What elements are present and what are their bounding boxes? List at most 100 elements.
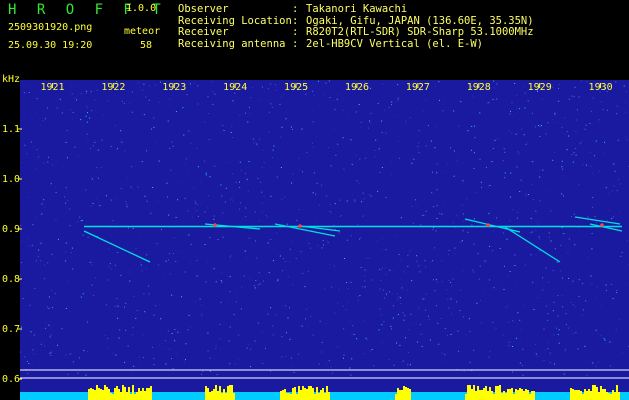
noise-dot — [169, 147, 171, 149]
noise-dot — [454, 247, 456, 249]
noise-dot — [140, 88, 142, 90]
noise-dot — [462, 162, 464, 163]
noise-dot — [463, 316, 465, 318]
noise-dot — [623, 85, 625, 87]
noise-dot — [580, 80, 582, 82]
noise-dot — [222, 236, 224, 238]
noise-dot — [370, 359, 372, 361]
noise-dot — [23, 92, 25, 94]
noise-dot — [523, 134, 525, 136]
level-bar — [584, 389, 586, 400]
noise-dot — [175, 261, 177, 262]
noise-dot — [548, 236, 550, 238]
noise-dot — [181, 296, 183, 298]
noise-dot — [431, 192, 433, 194]
noise-dot — [409, 250, 411, 252]
noise-dot — [346, 200, 348, 202]
noise-dot — [407, 352, 409, 353]
noise-dot — [51, 307, 53, 308]
noise-dot — [548, 281, 549, 283]
noise-dot — [95, 175, 97, 177]
noise-dot — [585, 124, 587, 126]
noise-dot — [354, 199, 356, 201]
noise-dot — [519, 108, 521, 110]
spectrogram-background — [20, 80, 629, 400]
noise-dot — [450, 333, 452, 335]
noise-dot — [222, 212, 224, 214]
noise-dot — [517, 312, 519, 314]
level-bar — [138, 388, 140, 400]
noise-dot — [284, 305, 286, 307]
noise-dot — [605, 284, 607, 286]
noise-dot — [302, 272, 304, 274]
noise-dot — [192, 187, 194, 189]
noise-dot — [522, 374, 524, 376]
noise-dot — [298, 353, 300, 355]
noise-dot — [153, 117, 155, 119]
noise-dot — [132, 227, 134, 229]
level-bar — [489, 387, 491, 400]
noise-dot — [545, 305, 547, 307]
noise-dot — [369, 120, 370, 122]
noise-dot — [530, 254, 532, 256]
noise-dot — [433, 206, 434, 208]
noise-dot — [360, 267, 362, 268]
noise-dot — [413, 244, 415, 246]
noise-dot — [246, 178, 248, 180]
noise-dot — [138, 364, 140, 366]
noise-dot — [491, 161, 493, 162]
noise-dot — [41, 203, 43, 205]
noise-dot — [36, 149, 38, 151]
noise-dot — [318, 363, 320, 365]
noise-dot — [519, 362, 521, 364]
level-bar — [282, 390, 284, 400]
noise-dot — [293, 371, 295, 373]
noise-dot — [223, 130, 225, 132]
level-bar — [570, 388, 572, 400]
noise-dot — [350, 235, 352, 237]
noise-dot — [548, 232, 550, 234]
noise-dot — [411, 280, 413, 282]
noise-dot — [427, 124, 429, 126]
noise-dot — [91, 264, 93, 266]
noise-dot — [453, 110, 455, 112]
noise-dot — [50, 183, 52, 185]
noise-dot — [428, 315, 429, 317]
noise-dot — [280, 167, 282, 168]
noise-dot — [172, 145, 174, 147]
noise-dot — [277, 278, 279, 280]
noise-dot — [272, 334, 274, 336]
noise-dot — [398, 96, 400, 98]
noise-dot — [533, 309, 535, 310]
noise-dot — [542, 289, 544, 291]
noise-dot — [381, 247, 383, 249]
noise-dot — [434, 147, 436, 149]
noise-dot — [209, 357, 211, 359]
noise-dot — [137, 82, 139, 84]
noise-dot — [574, 244, 576, 246]
noise-dot — [22, 162, 23, 164]
level-bar — [521, 389, 523, 400]
noise-dot — [276, 232, 278, 234]
level-bar — [491, 391, 493, 400]
noise-dot — [519, 191, 521, 192]
noise-dot — [340, 215, 341, 217]
noise-dot — [612, 190, 614, 192]
level-bar — [614, 392, 616, 400]
noise-dot — [457, 330, 459, 332]
noise-dot — [321, 247, 323, 249]
noise-dot — [31, 117, 33, 119]
level-bar — [409, 389, 411, 400]
noise-dot — [324, 94, 325, 95]
noise-dot — [72, 268, 74, 270]
level-bar — [503, 391, 505, 400]
level-bar — [88, 389, 90, 400]
noise-dot — [319, 204, 321, 206]
noise-dot — [581, 314, 583, 316]
noise-dot — [107, 100, 109, 102]
noise-dot — [576, 109, 578, 111]
noise-dot — [130, 186, 132, 188]
noise-dot — [22, 298, 24, 299]
noise-dot — [558, 87, 559, 89]
noise-dot — [285, 118, 287, 120]
